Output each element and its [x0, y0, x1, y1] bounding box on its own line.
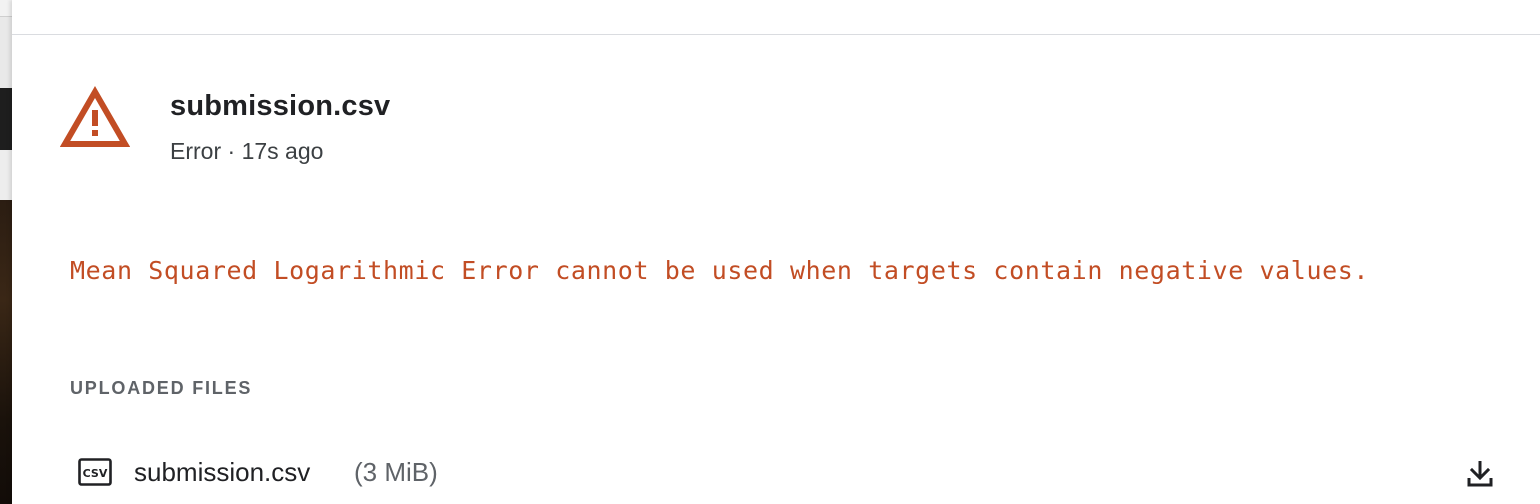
uploaded-files-heading: UPLOADED FILES: [70, 378, 253, 398]
time-ago: 17s ago: [241, 138, 324, 164]
csv-file-icon: CSV: [78, 458, 112, 486]
uploaded-file-name[interactable]: submission.csv: [134, 457, 310, 488]
submission-status-line: Error · 17s ago: [170, 138, 323, 165]
submission-status-header: submission.csv Error · 17s ago: [60, 86, 760, 176]
csv-icon-label: CSV: [83, 467, 108, 480]
status-separator: ·: [221, 138, 242, 164]
background-window: [0, 0, 12, 504]
submission-details-panel: submission.csv Error · 17s ago Mean Squa…: [12, 0, 1540, 504]
download-icon[interactable]: [1462, 456, 1498, 492]
error-message: Mean Squared Logarithmic Error cannot be…: [70, 256, 1370, 285]
uploaded-file-row: CSV submission.csv (3 MiB): [70, 448, 1510, 498]
warning-icon: [60, 86, 130, 147]
submission-file-title: submission.csv: [170, 90, 391, 122]
status-text: Error: [170, 138, 222, 164]
uploaded-file-size: (3 MiB): [354, 457, 438, 487]
background-window-edge: [0, 0, 12, 17]
panel-top-bar: [12, 0, 1540, 35]
